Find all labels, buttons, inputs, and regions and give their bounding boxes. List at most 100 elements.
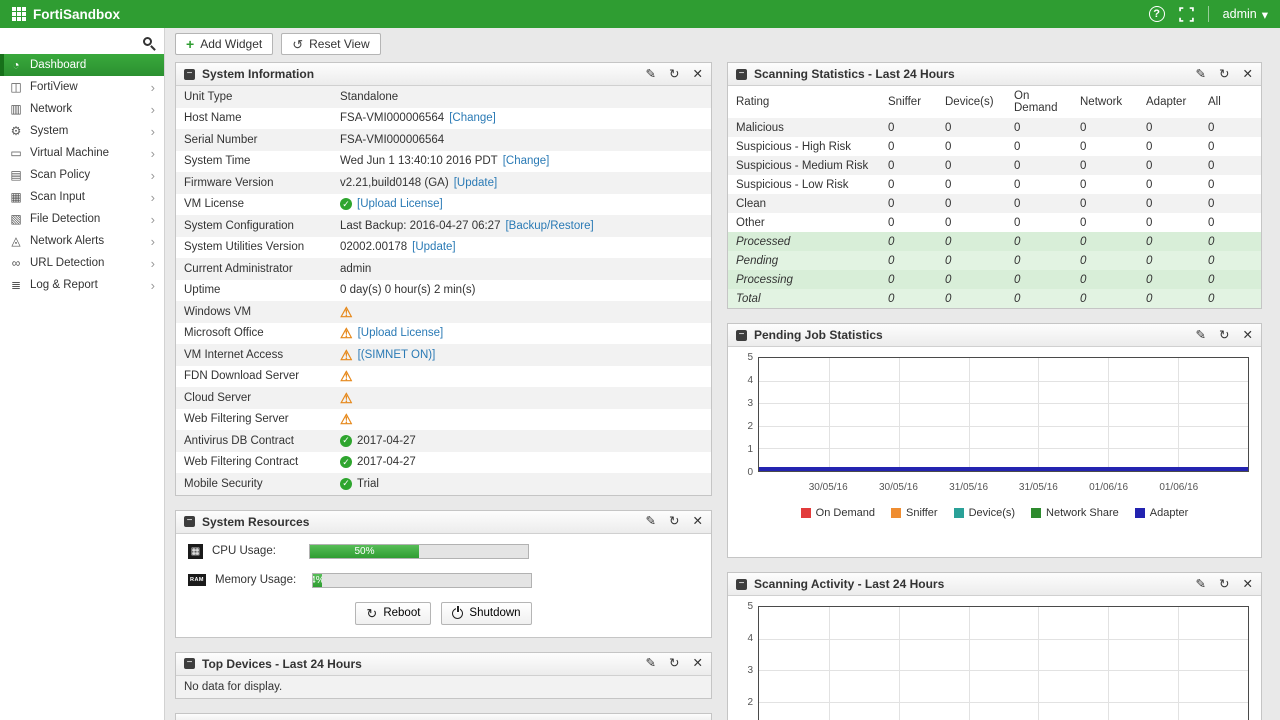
y-tick: 5 [747,601,753,612]
sidebar-item-dashboard[interactable]: ◔ Dashboard [0,54,164,76]
close-icon[interactable]: ✕ [1243,329,1253,342]
column-header: Rating [728,86,880,118]
value-cell: 0 [1138,175,1200,194]
pending-jobs-chart: 5 4 3 2 1 0 [728,347,1261,557]
user-menu[interactable]: admin ▾ [1223,7,1268,22]
table-row: VM License[Upload License] [176,194,711,216]
edit-icon[interactable]: ✎ [1196,329,1206,342]
reset-view-button[interactable]: ↺ Reset View [281,33,380,55]
refresh-icon[interactable]: ↻ [669,515,679,528]
x-tick: 30/05/16 [809,482,848,493]
summary-row: Pending000000 [728,251,1261,270]
refresh-icon[interactable]: ↻ [669,657,679,670]
sidebar-item-system[interactable]: ⚙ System › [0,120,164,142]
value-cell: 0 [880,156,937,175]
value-cell: 0 [937,270,1006,289]
table-row: Microsoft Office[Upload License] [176,323,711,345]
help-icon[interactable]: ? [1149,6,1165,22]
sidebar-item-network[interactable]: ▥ Network › [0,98,164,120]
value-cell: 0 [1006,213,1072,232]
close-icon[interactable]: ✕ [693,515,703,528]
row-link[interactable]: [Change] [503,155,550,167]
fullscreen-icon[interactable] [1179,7,1194,22]
sidebar-item-virtual-machine[interactable]: ▭ Virtual Machine › [0,142,164,164]
row-link[interactable]: [Update] [412,241,455,253]
sidebar-item-network-alerts[interactable]: ◬ Network Alerts › [0,230,164,252]
collapse-icon[interactable]: − [736,579,747,590]
value-cell: 0 [937,232,1006,251]
collapse-icon[interactable]: − [184,658,195,669]
refresh-icon[interactable]: ↻ [669,68,679,81]
widget-title: System Resources [202,515,309,529]
sidebar-item-url-detection[interactable]: ∞ URL Detection › [0,252,164,274]
dashboard-icon: ◔ [9,58,23,72]
row-link[interactable]: [Backup/Restore] [505,220,593,232]
chevron-right-icon: › [151,213,155,226]
sidebar-item-fortiview[interactable]: ◫ FortiView › [0,76,164,98]
row-text: v2.21,build0148 (GA) [340,177,449,189]
sidebar-item-scan-input[interactable]: ▦ Scan Input › [0,186,164,208]
search-icon[interactable] [143,37,152,46]
value-cell: 0 [1138,270,1200,289]
v-gridline [1108,607,1109,720]
edit-icon[interactable]: ✎ [646,657,656,670]
refresh-icon[interactable]: ↻ [1219,68,1229,81]
edit-icon[interactable]: ✎ [1196,578,1206,591]
h-gridline [759,639,1248,640]
row-link[interactable]: [Upload License] [358,327,444,339]
edit-icon[interactable]: ✎ [1196,68,1206,81]
collapse-icon[interactable]: − [184,69,195,80]
shutdown-button[interactable]: Shutdown [441,602,531,625]
legend-item: Adapter [1135,507,1189,519]
close-icon[interactable]: ✕ [1243,578,1253,591]
y-axis: 5 4 3 2 1 0 [740,352,758,478]
value-cell: 0 [1072,289,1138,308]
sidebar-item-scan-policy[interactable]: ▤ Scan Policy › [0,164,164,186]
add-widget-button[interactable]: + Add Widget [175,33,273,55]
status-icon [340,456,352,468]
sidebar-item-file-detection[interactable]: ▧ File Detection › [0,208,164,230]
close-icon[interactable]: ✕ [1243,68,1253,81]
close-icon[interactable]: ✕ [693,657,703,670]
reboot-label: Reboot [383,607,420,619]
row-value: 2017-04-27 [338,432,418,450]
refresh-icon[interactable]: ↻ [1219,578,1229,591]
row-link[interactable]: [Update] [454,177,497,189]
row-link[interactable]: [Change] [449,112,496,124]
scan-policy-icon: ▤ [9,168,23,182]
legend-label: Network Share [1046,507,1119,519]
reboot-button[interactable]: ↻ Reboot [355,602,431,625]
close-icon[interactable]: ✕ [693,68,703,81]
y-axis: 5 4 3 2 1 0 [740,601,758,720]
collapse-icon[interactable]: − [736,69,747,80]
scanning-statistics-table: Rating Sniffer Device(s) On Demand Netwo… [728,86,1261,308]
collapse-icon[interactable]: − [184,516,195,527]
sidebar-search[interactable] [0,28,164,54]
chevron-right-icon: › [151,235,155,248]
sidebar-item-log-report[interactable]: ≣ Log & Report › [0,274,164,296]
v-gridline [1038,358,1039,471]
edit-icon[interactable]: ✎ [646,68,656,81]
memory-usage-fill: 4% [313,574,322,587]
edit-icon[interactable]: ✎ [646,515,656,528]
status-icon [340,392,353,404]
y-tick: 1 [747,444,753,455]
value-cell: 0 [1200,156,1261,175]
status-icon [340,435,352,447]
reset-icon: ↺ [292,38,303,51]
collapse-icon[interactable]: − [736,330,747,341]
legend-swatch [801,508,811,518]
value-cell: 0 [1138,251,1200,270]
v-gridline [969,358,970,471]
refresh-icon[interactable]: ↻ [1219,329,1229,342]
chevron-right-icon: › [151,279,155,292]
row-link[interactable]: [(SIMNET ON)] [358,349,436,361]
row-link[interactable]: [Upload License] [357,198,443,210]
value-cell: 0 [1200,175,1261,194]
table-row: Current Administratoradmin [176,258,711,280]
empty-state-text: No data for display. [176,676,711,698]
row-label: Serial Number [176,131,338,149]
sidebar-item-label: System [30,125,68,137]
column-header: Sniffer [880,86,937,118]
row-text: 2017-04-27 [357,456,416,468]
